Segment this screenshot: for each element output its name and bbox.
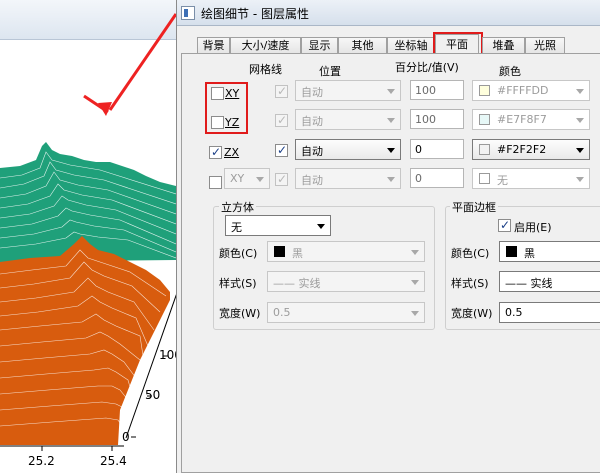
plot-bottom-surface [0, 236, 170, 445]
plane-border-style-label: 样式(S) [451, 277, 489, 290]
tab-size-speed[interactable]: 大小/速度 [230, 37, 301, 54]
cube-group-title: 立方体 [219, 199, 256, 215]
zx-plane-checkbox[interactable]: ✓ [209, 145, 222, 159]
color-header: 颜色 [499, 65, 521, 78]
zx-position-select[interactable]: 自动 [295, 139, 401, 160]
yz-position-select[interactable]: 自动 [295, 109, 401, 130]
cube-color-label: 颜色(C) [219, 247, 258, 260]
zx-percent-input[interactable]: 0 [410, 139, 464, 159]
yz-percent-input[interactable]: 100 [410, 109, 464, 129]
yz-grid-checkbox[interactable]: ✓ [275, 113, 288, 127]
tab-display[interactable]: 显示 [301, 37, 338, 54]
plane-border-enable-label: 启用(E) [514, 221, 552, 234]
yz-color-select[interactable]: #E7F8F7 [472, 109, 590, 130]
xy-plane-checkbox[interactable] [211, 87, 224, 100]
plane-border-group-title: 平面边框 [450, 199, 498, 215]
xy-plane-label: XY [225, 87, 240, 100]
position-header: 位置 [319, 65, 341, 78]
tab-misc[interactable]: 其他 [338, 37, 387, 54]
xy-grid-checkbox[interactable]: ✓ [275, 84, 288, 98]
plane-border-color-label: 颜色(C) [451, 247, 490, 260]
zx-plane-label: ZX [224, 146, 240, 159]
plane-border-width-label: 宽度(W) [451, 307, 493, 320]
cube-width-select[interactable]: 0.5 [267, 302, 425, 323]
extra-percent-input[interactable]: 0 [410, 168, 464, 188]
tab-background[interactable]: 背景 [197, 37, 230, 54]
annotation-arrow [83, 13, 176, 116]
tab-lighting[interactable]: 光照 [525, 37, 565, 54]
zx-grid-checkbox[interactable]: ✓ [275, 143, 288, 157]
extra-position-select[interactable]: 自动 [295, 168, 401, 189]
plot-details-dialog: 绘图细节 - 图层属性 背景 大小/速度 显示 其他 坐标轴 平面 堆叠 光照 … [176, 0, 600, 473]
extra-plane-checkbox[interactable] [209, 176, 222, 189]
plane-border-enable-checkbox[interactable]: ✓ [498, 218, 511, 232]
grid-lines-header: 网格线 [249, 63, 282, 76]
plot-window: 100 50 0 25.2 25.4 [0, 0, 176, 473]
plane-border-style-select[interactable]: —— 实线 [499, 271, 600, 292]
x-tick-label: 25.2 [28, 454, 55, 468]
percent-value-header: 百分比/值(V) [395, 61, 459, 74]
yz-plane-label: YZ [225, 116, 240, 129]
dialog-title: 绘图细节 - 图层属性 [201, 7, 309, 21]
cube-type-select[interactable]: 无 [225, 215, 331, 236]
app-icon [181, 6, 195, 20]
cube-style-select[interactable]: —— 实线 [267, 271, 425, 292]
waterfall-plot [0, 13, 176, 451]
x-tick-label: 25.4 [100, 454, 127, 468]
plane-border-width-select[interactable]: 0.5 [499, 302, 600, 323]
xy-position-select[interactable]: 自动 [295, 80, 401, 101]
cube-style-label: 样式(S) [219, 277, 257, 290]
xy-color-select[interactable]: #FFFFDD [472, 80, 590, 101]
y-tick-label: 50 [145, 388, 161, 402]
plane-border-color-select[interactable]: 黑 [499, 241, 600, 262]
plot-bottom-axis-ticks [41, 446, 113, 451]
extra-grid-checkbox[interactable]: ✓ [275, 172, 288, 186]
extra-plane-select[interactable]: XY [224, 168, 270, 189]
tab-axis[interactable]: 坐标轴 [387, 37, 435, 54]
dialog-titlebar[interactable]: 绘图细节 - 图层属性 [177, 0, 600, 26]
y-tick-label: 100 [159, 348, 176, 362]
tab-stacking[interactable]: 堆叠 [482, 37, 525, 54]
cube-width-label: 宽度(W) [219, 307, 261, 320]
cube-color-select[interactable]: 黑 [267, 241, 425, 262]
xy-percent-input[interactable]: 100 [410, 80, 464, 100]
zx-color-select[interactable]: #F2F2F2 [472, 139, 590, 160]
yz-plane-checkbox[interactable] [211, 116, 224, 129]
extra-color-select[interactable]: 无 [472, 168, 590, 189]
y-tick-label: 0 [122, 430, 130, 444]
